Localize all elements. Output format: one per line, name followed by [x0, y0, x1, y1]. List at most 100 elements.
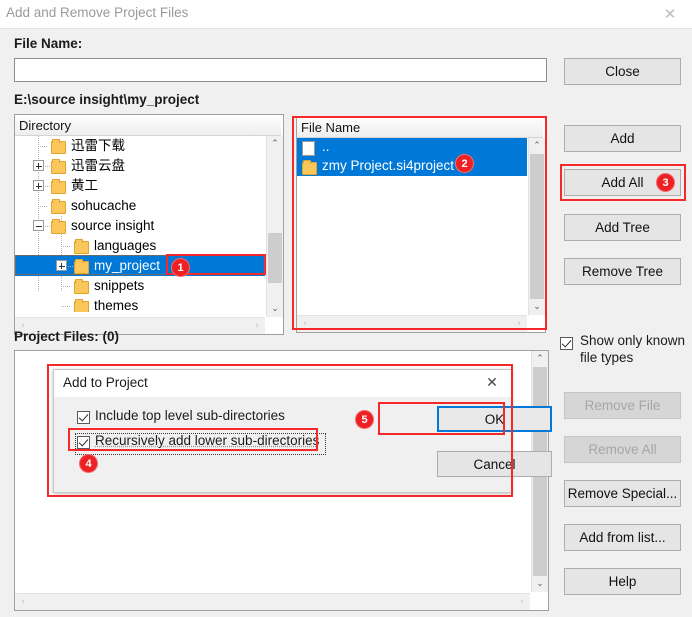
tree-item-4[interactable]: source insight [15, 216, 265, 236]
tree-item-5[interactable]: languages [15, 236, 265, 256]
remove-file-button[interactable]: Remove File [564, 392, 681, 419]
annotation-badge-3: 3 [656, 173, 675, 192]
scroll-down-icon[interactable]: ⌄ [267, 301, 283, 317]
file-list-item-parent[interactable]: .. [297, 138, 527, 157]
folder-icon [74, 259, 89, 274]
window-title: Add and Remove Project Files [6, 5, 189, 20]
tree-item-my-project[interactable]: my_project [15, 256, 265, 276]
remove-special-button[interactable]: Remove Special... [564, 480, 681, 507]
tree-item-2[interactable]: 黄工 [15, 176, 265, 196]
dialog-ok-button[interactable]: OK [437, 406, 552, 432]
scroll-right-icon[interactable]: › [514, 594, 530, 610]
tree-item-0[interactable]: 迅雷下载 [15, 136, 265, 156]
dialog-cancel-button[interactable]: Cancel [437, 451, 552, 477]
add-from-list-button[interactable]: Add from list... [564, 524, 681, 551]
recursive-checkbox[interactable] [77, 436, 90, 449]
annotation-badge-2: 2 [455, 154, 474, 173]
tree-item-label: sohucache [71, 198, 137, 213]
close-icon[interactable]: ✕ [648, 0, 692, 27]
scroll-right-icon[interactable]: › [511, 316, 527, 332]
window-titlebar: Add and Remove Project Files ✕ [0, 0, 692, 29]
include-top-level-label: Include top level sub-directories [95, 408, 285, 423]
expand-plus-icon[interactable] [33, 160, 44, 171]
tree-connector [61, 246, 71, 247]
scroll-thumb[interactable] [268, 233, 282, 283]
tree-item-label: source insight [71, 218, 155, 233]
tree-connector [61, 286, 71, 287]
folder-icon [302, 160, 317, 175]
tree-item-label: my_project [94, 258, 161, 273]
folder-icon [51, 219, 66, 234]
tree-item-label: themes [94, 298, 139, 312]
folder-icon [51, 179, 66, 194]
project-files-hscrollbar[interactable]: ‹ › [15, 593, 530, 610]
scroll-down-icon[interactable]: ⌄ [532, 576, 548, 592]
tree-item-3[interactable]: sohucache [15, 196, 265, 216]
directory-panel: Directory 迅雷下载 迅雷云盘 黄工 sohucache source … [14, 114, 284, 335]
tree-connector [38, 206, 48, 207]
show-known-label-line2: file types [580, 350, 634, 365]
directory-vscrollbar[interactable]: ⌃ ⌄ [266, 136, 283, 317]
current-path-label: E:\source insight\my_project [14, 92, 200, 107]
scroll-up-icon[interactable]: ⌃ [529, 138, 545, 154]
file-list[interactable]: .. zmy Project.si4project [297, 138, 527, 310]
file-list-item-project[interactable]: zmy Project.si4project [297, 157, 527, 176]
directory-panel-header: Directory [15, 115, 281, 136]
tree-connector [61, 306, 71, 307]
dialog-close-icon[interactable]: ✕ [477, 372, 507, 394]
folder-icon [74, 279, 89, 294]
scroll-right-icon[interactable]: › [249, 318, 265, 334]
folder-icon [51, 199, 66, 214]
folder-icon [74, 299, 89, 312]
tree-item-label: 迅雷云盘 [71, 158, 125, 173]
tree-item-1[interactable]: 迅雷云盘 [15, 156, 265, 176]
annotation-badge-5: 5 [355, 410, 374, 429]
file-name-label: File Name: [14, 36, 83, 51]
recursive-label: Recursively add lower sub-directories [95, 433, 320, 448]
tree-item-8[interactable]: themes [15, 296, 265, 312]
scroll-thumb[interactable] [530, 154, 544, 299]
tree-item-7[interactable]: snippets [15, 276, 265, 296]
show-known-checkbox[interactable] [560, 337, 573, 350]
annotation-badge-4: 4 [79, 454, 98, 473]
file-list-panel: File Name .. zmy Project.si4project ⌃ ⌄ … [296, 116, 546, 333]
tree-item-label: languages [94, 238, 157, 253]
folder-icon [51, 139, 66, 154]
file-list-vscrollbar[interactable]: ⌃ ⌄ [528, 138, 545, 315]
directory-tree[interactable]: 迅雷下载 迅雷云盘 黄工 sohucache source insight la… [15, 136, 265, 312]
scroll-up-icon[interactable]: ⌃ [532, 351, 548, 367]
file-list-panel-header: File Name [297, 117, 543, 138]
tree-item-label: 黄工 [71, 178, 98, 193]
file-icon [302, 141, 315, 156]
scroll-down-icon[interactable]: ⌄ [529, 299, 545, 315]
folder-icon [74, 239, 89, 254]
add-to-project-dialog: Add to Project ✕ Include top level sub-d… [53, 369, 552, 493]
include-top-level-checkbox[interactable] [77, 411, 90, 424]
collapse-minus-icon[interactable] [33, 220, 44, 231]
project-files-label: Project Files: (0) [14, 329, 120, 344]
tree-item-label: snippets [94, 278, 145, 293]
add-button[interactable]: Add [564, 125, 681, 152]
close-button[interactable]: Close [564, 58, 681, 85]
file-list-item-label: zmy Project.si4project [322, 158, 455, 173]
remove-tree-button[interactable]: Remove Tree [564, 258, 681, 285]
help-button[interactable]: Help [564, 568, 681, 595]
annotation-badge-1: 1 [171, 258, 190, 277]
remove-all-button[interactable]: Remove All [564, 436, 681, 463]
file-list-item-label: .. [322, 139, 330, 154]
tree-connector [38, 146, 48, 147]
tree-item-label: 迅雷下载 [71, 138, 125, 153]
dialog-title: Add to Project [63, 375, 148, 390]
folder-icon [51, 159, 66, 174]
scroll-left-icon[interactable]: ‹ [297, 316, 313, 332]
expand-plus-icon[interactable] [33, 180, 44, 191]
file-name-input[interactable] [14, 58, 547, 82]
dialog-titlebar: Add to Project ✕ [54, 370, 511, 398]
show-known-checkbox-wrap[interactable] [560, 337, 576, 353]
expand-plus-icon[interactable] [56, 260, 67, 271]
file-list-hscrollbar[interactable]: ‹ › [297, 315, 527, 332]
show-known-label-line1: Show only known [580, 333, 686, 348]
add-tree-button[interactable]: Add Tree [564, 214, 681, 241]
scroll-left-icon[interactable]: ‹ [15, 594, 31, 610]
scroll-up-icon[interactable]: ⌃ [267, 136, 283, 152]
